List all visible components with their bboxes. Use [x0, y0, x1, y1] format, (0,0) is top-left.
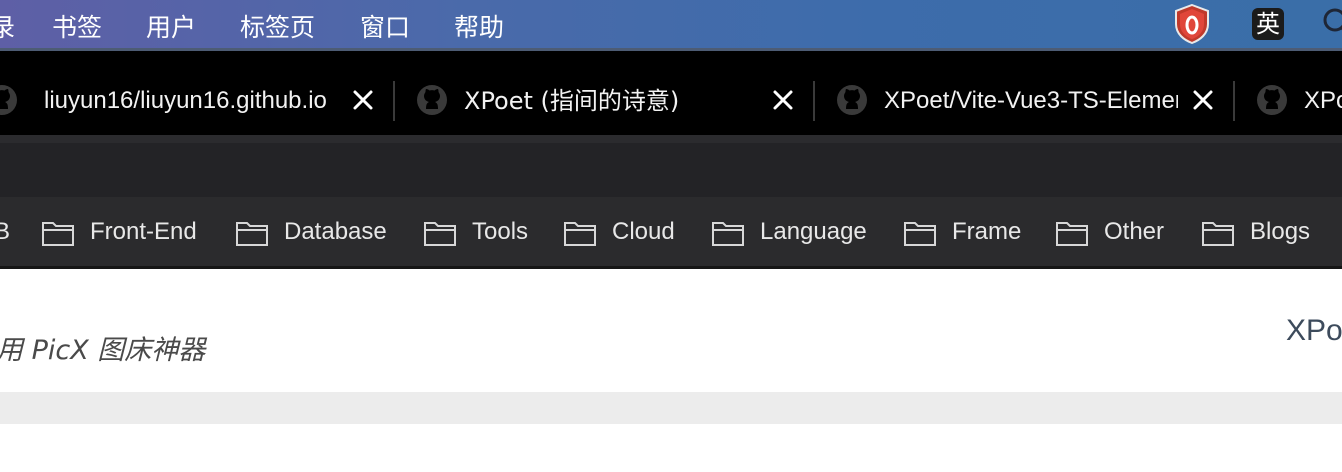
spotlight-search-icon[interactable] — [1322, 6, 1342, 42]
bookmark-folder-label-cut[interactable]: B — [0, 216, 10, 248]
bookmark-folder-label: Tools — [472, 218, 529, 245]
github-icon — [417, 85, 447, 115]
tab-title: XPoet — [1304, 87, 1342, 114]
tab-separator — [1233, 81, 1235, 121]
menu-item-help[interactable]: 帮助 — [454, 8, 504, 44]
github-icon — [837, 85, 867, 115]
bookmark-folder-label: Database — [284, 218, 387, 245]
page-content: 用 PicX 图床神器 XPoet — [0, 272, 1342, 472]
bookmark-folder-label: Front-End — [90, 218, 197, 245]
menu-item-users[interactable]: 用户 — [146, 8, 196, 44]
close-icon[interactable] — [352, 89, 374, 111]
macos-menu-bar: 录 书签 用户 标签页 窗口 帮助 英 — [0, 0, 1342, 48]
bookmark-folder-label: Cloud — [612, 218, 675, 245]
browser-toolbar — [0, 135, 1342, 197]
folder-icon — [236, 222, 268, 246]
tab-separator — [393, 81, 395, 121]
folder-icon — [904, 222, 936, 246]
page-subtitle: 用 PicX 图床神器 — [0, 335, 206, 366]
security-shield-icon[interactable] — [1173, 4, 1211, 44]
github-icon — [0, 85, 17, 115]
bookmark-folder-label: Frame — [952, 218, 1022, 245]
browser-tab-strip: liuyun16/liuyun16.github.io XPoet (指间的诗意… — [0, 51, 1342, 135]
site-brand-link[interactable]: XPoet — [1286, 314, 1342, 348]
input-method-icon[interactable]: 英 — [1252, 8, 1284, 40]
folder-icon — [712, 222, 744, 246]
folder-icon — [424, 222, 456, 246]
folder-icon — [1056, 222, 1088, 246]
folder-icon — [42, 222, 74, 246]
bookmark-folder-label: Other — [1104, 218, 1165, 245]
folder-icon — [1202, 222, 1234, 246]
tab-liuyun16[interactable]: liuyun16/liuyun16.github.io — [0, 51, 392, 135]
tab-title: XPoet (指间的诗意) — [464, 87, 680, 115]
github-icon — [1257, 85, 1287, 115]
tab-vite-vue3-ts[interactable]: XPoet/Vite-Vue3-TS-Element — [816, 51, 1232, 135]
tab-xpoet[interactable]: XPoet — [1236, 51, 1342, 135]
bookmarks-bar: B Front-End Database Tools Cloud Languag… — [0, 197, 1342, 269]
content-divider-band — [0, 392, 1342, 424]
tab-title: liuyun16/liuyun16.github.io — [44, 87, 327, 114]
close-icon[interactable] — [1192, 89, 1214, 111]
tab-title: XPoet/Vite-Vue3-TS-Element — [884, 87, 1178, 114]
bookmark-folder-label: Language — [760, 218, 867, 245]
close-icon[interactable] — [772, 89, 794, 111]
folder-icon — [564, 222, 596, 246]
bookmark-folder-label: Blogs — [1250, 218, 1311, 245]
tab-xpoet-profile[interactable]: XPoet (指间的诗意) — [396, 51, 812, 135]
menu-item-history[interactable]: 录 — [0, 8, 15, 44]
menu-item-tabs[interactable]: 标签页 — [240, 8, 315, 44]
tab-separator — [813, 81, 815, 121]
menu-item-bookmarks[interactable]: 书签 — [52, 8, 102, 44]
menu-item-window[interactable]: 窗口 — [360, 8, 410, 44]
